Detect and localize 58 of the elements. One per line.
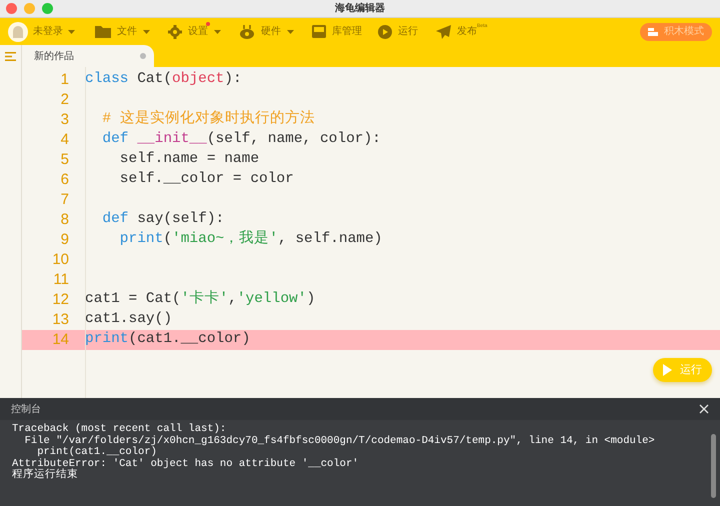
toolbar-item[interactable]: 硬件 — [239, 24, 294, 39]
code-text: self.name = name — [118, 150, 260, 170]
console-output-line: Traceback (most recent call last): — [12, 424, 226, 435]
blocks-icon — [648, 28, 658, 36]
console-output-line: 程序运行结束 — [12, 470, 78, 482]
play-icon — [663, 364, 672, 376]
code-text: self.__color = color — [118, 170, 294, 190]
caret-icon — [287, 30, 294, 34]
zoom-window-button[interactable] — [42, 3, 53, 14]
toolbar-item[interactable]: 文件 — [95, 24, 150, 39]
caret-icon — [68, 30, 75, 34]
line-number: 13 — [51, 310, 70, 330]
user-menu[interactable]: 未登录 — [8, 22, 75, 42]
file-tab[interactable]: 新的作品 — [22, 45, 154, 67]
line-number: 12 — [51, 290, 70, 310]
minimize-window-button[interactable] — [24, 3, 35, 14]
menu-icon — [5, 52, 16, 60]
console-output-line: print(cat1.__color) — [36, 447, 157, 458]
paper-plane-icon — [436, 24, 451, 38]
settings-icon — [168, 24, 182, 38]
line-number: 10 — [51, 250, 70, 270]
code-text: def __init__(self, name, color): — [101, 130, 381, 150]
toolbar-item[interactable]: 设置 — [168, 24, 221, 39]
code-text: cat1 = Cat('卡卡','yellow') — [85, 289, 316, 310]
play-icon — [378, 24, 392, 38]
scrollbar[interactable] — [711, 434, 716, 498]
close-icon[interactable] — [699, 404, 709, 414]
line-number: 7 — [60, 190, 70, 210]
code-text: # 这是实例化对象时执行的方法 — [101, 109, 315, 130]
sidebar-toggle[interactable] — [0, 45, 22, 67]
hardware-icon — [239, 24, 255, 38]
folder-icon — [95, 25, 111, 38]
console-output-line: File "/var/folders/zj/x0hcn_g163dcy70_fs4fbfsc0000gn/T/codemao-D4iv57/temp.py", line 14, in <module> — [24, 436, 655, 446]
line-number: 3 — [60, 110, 70, 130]
line-number: 2 — [60, 90, 70, 110]
line-number: 4 — [60, 130, 70, 150]
code-text: def say(self): — [101, 210, 224, 230]
code-text: class Cat(object): — [85, 70, 242, 90]
code-text: print(cat1.__color) — [85, 330, 250, 350]
line-number: 9 — [60, 230, 70, 250]
line-number: 8 — [60, 210, 70, 230]
toolbar-item[interactable]: 库管理 — [312, 24, 362, 39]
close-window-button[interactable] — [6, 3, 17, 14]
code-text: cat1.say() — [85, 310, 172, 330]
console-title: 控制台 — [11, 402, 41, 416]
caret-icon — [214, 30, 221, 34]
inbox-icon — [312, 25, 326, 38]
avatar-icon — [8, 22, 28, 42]
toolbar-item[interactable]: 运行 — [378, 24, 418, 39]
window-title: 海龟编辑器 — [335, 2, 385, 16]
console-output-line: AttributeError: 'Cat' object has no attribute '__color' — [12, 458, 359, 470]
caret-icon — [143, 30, 150, 34]
line-number: 5 — [60, 150, 70, 170]
line-number: 14 — [51, 330, 70, 350]
line-number: 11 — [52, 270, 70, 290]
line-number: 1 — [60, 70, 70, 90]
code-text: print('miao~，我是', self.name) — [118, 229, 382, 250]
line-number: 6 — [60, 170, 70, 190]
